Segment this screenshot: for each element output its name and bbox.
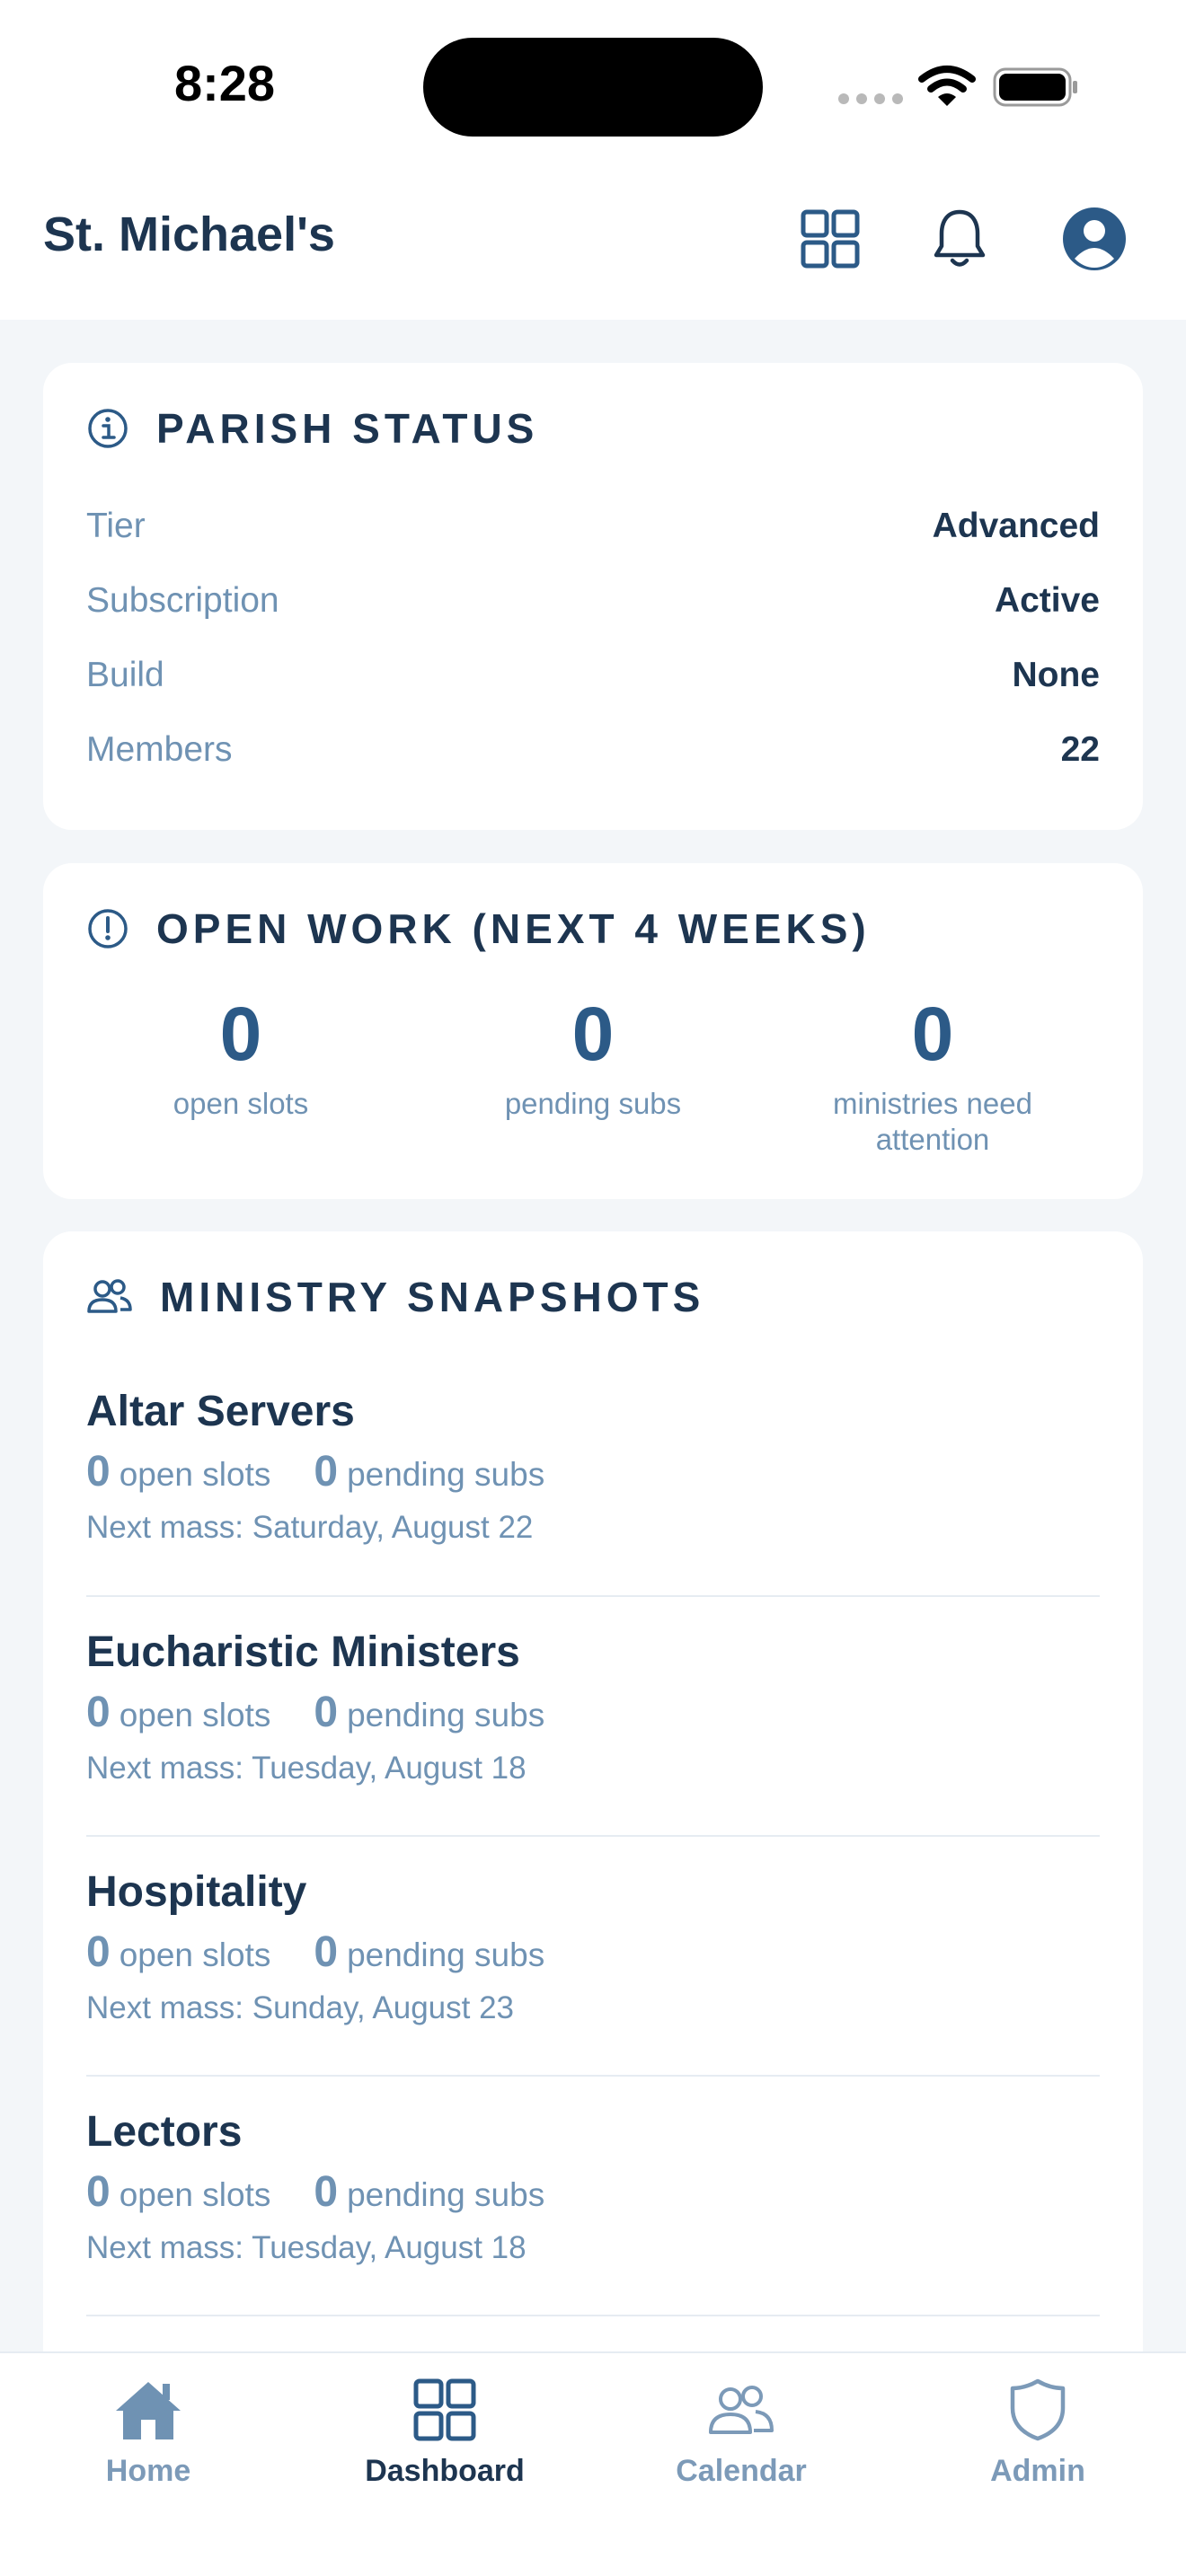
- stat-label: ministries need attention: [833, 1087, 1032, 1156]
- open-slots-count: 0: [86, 1928, 111, 1976]
- alert-icon: [88, 909, 128, 948]
- tab-dashboard[interactable]: Dashboard: [337, 2371, 553, 2489]
- parish-status-header: PARISH STATUS: [86, 404, 538, 453]
- ministry-counts: 0 open slots 0 pending subs: [86, 2167, 1100, 2220]
- open-slots-label: open slots: [119, 1697, 271, 1734]
- ministry-snapshots-title: MINISTRY SNAPSHOTS: [160, 1274, 705, 1320]
- pending-subs-label: pending subs: [347, 2176, 545, 2213]
- ministry-item-eucharistic-ministers[interactable]: Eucharistic Ministers 0 open slots 0 pendin…: [86, 1627, 1100, 1791]
- pending-subs-count: 0: [314, 1928, 339, 1976]
- divider: [86, 1835, 1100, 1837]
- status-value: None: [1012, 656, 1101, 694]
- status-label: Build: [86, 656, 164, 694]
- stat-pending-subs: 0 pending subs: [449, 989, 737, 1122]
- tab-label: Home: [105, 2454, 191, 2488]
- status-row-subscription: Subscription Active: [86, 581, 1100, 621]
- pending-subs-label: pending subs: [347, 1936, 545, 1973]
- pending-subs-count: 0: [314, 1448, 339, 1495]
- stat-value: 0: [219, 992, 262, 1076]
- pending-subs-count: 0: [314, 2168, 339, 2216]
- status-time: 8:28: [173, 55, 276, 111]
- ministry-snapshots-header: MINISTRY SNAPSHOTS: [86, 1273, 704, 1321]
- open-slots-label: open slots: [119, 1936, 271, 1973]
- next-mass: Next mass: Sunday, August 23: [86, 1990, 515, 2025]
- pending-subs-count: 0: [314, 1689, 339, 1736]
- tab-home[interactable]: Home: [40, 2371, 256, 2489]
- status-value: Advanced: [932, 507, 1100, 545]
- app-header: St. Michael's: [0, 171, 1186, 320]
- ministry-item-lectors[interactable]: Lectors 0 open slots 0 pending subs Next ma…: [86, 2106, 1100, 2271]
- tab-label: Dashboard: [365, 2454, 525, 2488]
- divider: [86, 2315, 1100, 2316]
- info-icon: [88, 409, 128, 448]
- stat-label: pending subs: [504, 1087, 682, 1120]
- ministry-name: Eucharistic Ministers: [86, 1628, 520, 1676]
- home-icon: [116, 2382, 181, 2439]
- people-icon: [87, 1279, 132, 1313]
- status-row-members: Members 22: [86, 730, 1100, 770]
- next-mass: Next mass: Saturday, August 22: [86, 1510, 534, 1545]
- ministry-counts: 0 open slots 0 pending subs: [86, 1688, 1100, 1741]
- tab-label: Calendar: [676, 2454, 807, 2488]
- shield-icon: [1010, 2378, 1066, 2441]
- app-screen: 8:28 St. Michael's PARISH STATUS Tier Ad…: [0, 0, 1186, 2576]
- open-slots-count: 0: [86, 1448, 111, 1495]
- open-work-header: OPEN WORK (NEXT 4 WEEKS): [86, 904, 871, 953]
- avatar[interactable]: [1058, 203, 1130, 275]
- open-slots-label: open slots: [119, 2176, 271, 2213]
- people-icon: [709, 2386, 774, 2434]
- parish-status-title: PARISH STATUS: [156, 405, 539, 452]
- stat-ministries-attention: 0 ministries need attention: [798, 989, 1067, 1158]
- ministry-name: Hospitality: [86, 1868, 307, 1916]
- status-label: Tier: [86, 507, 146, 545]
- ministry-name: Altar Servers: [86, 1388, 355, 1435]
- open-slots-count: 0: [86, 1689, 111, 1736]
- wifi-icon: [918, 66, 976, 106]
- divider: [86, 2075, 1100, 2077]
- page-title: St. Michael's: [43, 207, 335, 261]
- tab-bar: Home Dashboard Calendar Admin: [0, 2351, 1186, 2576]
- pending-subs-label: pending subs: [347, 1697, 545, 1734]
- status-row-build: Build None: [86, 656, 1100, 695]
- stat-open-slots: 0 open slots: [97, 989, 385, 1122]
- open-work-title: OPEN WORK (NEXT 4 WEEKS): [156, 905, 871, 952]
- tab-label: Admin: [990, 2454, 1085, 2488]
- tab-calendar[interactable]: Calendar: [633, 2371, 849, 2489]
- pending-subs-label: pending subs: [347, 1456, 545, 1493]
- next-mass: Next mass: Tuesday, August 18: [86, 2230, 527, 2265]
- open-work-card: OPEN WORK (NEXT 4 WEEKS) 0 open slots 0 …: [43, 863, 1143, 1199]
- stat-value: 0: [571, 992, 615, 1076]
- dynamic-island: [423, 38, 763, 137]
- bell-icon[interactable]: [924, 203, 996, 275]
- status-label: Subscription: [86, 581, 279, 620]
- status-value: 22: [1060, 730, 1100, 769]
- tab-admin[interactable]: Admin: [930, 2371, 1146, 2489]
- parish-status-card: PARISH STATUS Tier Advanced Subscription…: [43, 363, 1143, 830]
- ministry-name: Lectors: [86, 2108, 243, 2156]
- cellular-signal-icon: [838, 93, 903, 104]
- open-slots-label: open slots: [119, 1456, 271, 1493]
- next-mass: Next mass: Tuesday, August 18: [86, 1751, 527, 1786]
- ministry-counts: 0 open slots 0 pending subs: [86, 1928, 1100, 1981]
- grid-icon: [413, 2378, 476, 2441]
- stat-value: 0: [911, 992, 954, 1076]
- divider: [86, 1595, 1100, 1597]
- status-bar: 8:28: [0, 0, 1186, 171]
- status-row-tier: Tier Advanced: [86, 507, 1100, 546]
- stat-label: open slots: [173, 1087, 309, 1120]
- battery-icon: [993, 67, 1077, 107]
- open-slots-count: 0: [86, 2168, 111, 2216]
- status-value: Active: [994, 581, 1100, 620]
- ministry-snapshots-card: MINISTRY SNAPSHOTS Altar Servers 0 open s…: [43, 1231, 1143, 2399]
- status-label: Members: [86, 730, 233, 769]
- ministry-item-altar-servers[interactable]: Altar Servers 0 open slots 0 pending subs N…: [86, 1386, 1100, 1550]
- ministry-item-hospitality[interactable]: Hospitality 0 open slots 0 pending subs Nex…: [86, 1866, 1100, 2031]
- grid-icon[interactable]: [794, 203, 866, 275]
- ministry-counts: 0 open slots 0 pending subs: [86, 1447, 1100, 1500]
